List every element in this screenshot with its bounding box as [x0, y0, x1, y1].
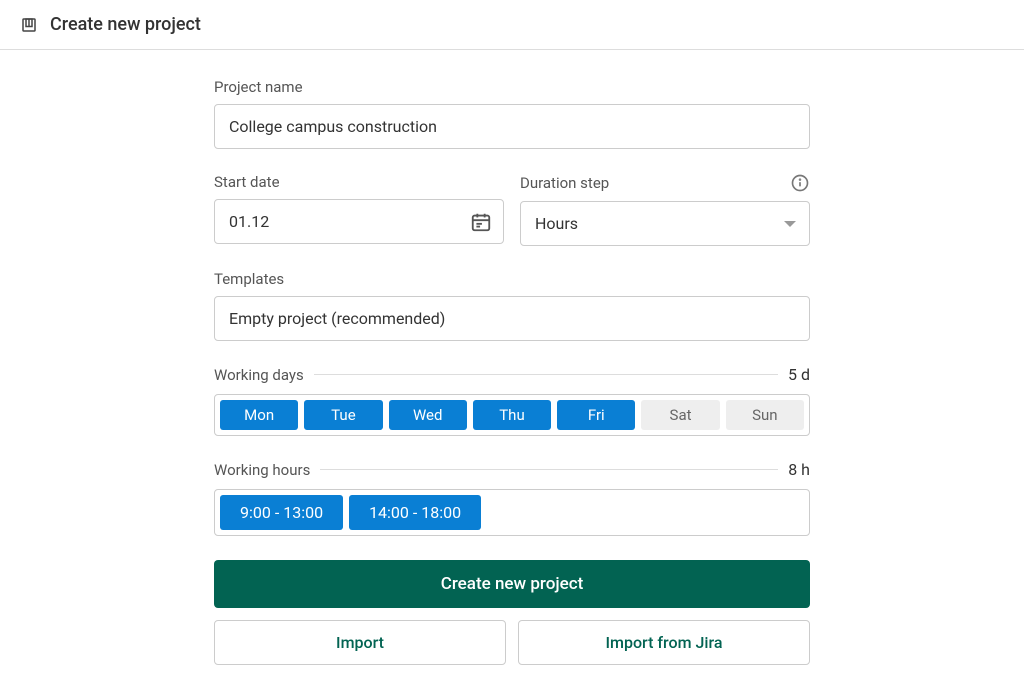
page-title: Create new project — [50, 14, 201, 35]
day-chip-fri[interactable]: Fri — [557, 400, 635, 430]
hour-range-chip[interactable]: 9:00 - 13:00 — [220, 495, 343, 530]
templates-field: Templates Empty project (recommended) — [214, 270, 810, 341]
divider — [314, 374, 778, 375]
project-icon — [20, 16, 38, 34]
start-date-input[interactable] — [214, 199, 504, 244]
templates-value: Empty project (recommended) — [214, 296, 810, 341]
import-button[interactable]: Import — [214, 620, 506, 665]
working-days-field: Working days 5 d MonTueWedThuFriSatSun — [214, 365, 810, 436]
working-days-label: Working days — [214, 366, 304, 384]
duration-step-label: Duration step — [520, 174, 609, 192]
hour-range-chip[interactable]: 14:00 - 18:00 — [349, 495, 481, 530]
working-hours-field: Working hours 8 h 9:00 - 13:0014:00 - 18… — [214, 460, 810, 536]
calendar-icon[interactable] — [470, 211, 492, 233]
day-chip-thu[interactable]: Thu — [473, 400, 551, 430]
create-project-form: Project name Start date — [214, 50, 810, 665]
divider — [320, 469, 778, 470]
day-chip-sun[interactable]: Sun — [726, 400, 804, 430]
duration-step-field: Duration step Hours — [520, 173, 810, 246]
working-hours-summary: 8 h — [788, 460, 810, 479]
project-name-label: Project name — [214, 78, 810, 96]
create-project-button[interactable]: Create new project — [214, 560, 810, 608]
project-name-input[interactable] — [214, 104, 810, 149]
import-jira-button[interactable]: Import from Jira — [518, 620, 810, 665]
day-chip-wed[interactable]: Wed — [389, 400, 467, 430]
templates-label: Templates — [214, 270, 810, 288]
page-header: Create new project — [0, 0, 1024, 50]
working-days-summary: 5 d — [788, 365, 810, 384]
templates-select[interactable]: Empty project (recommended) — [214, 296, 810, 341]
day-chip-mon[interactable]: Mon — [220, 400, 298, 430]
working-days-selector: MonTueWedThuFriSatSun — [214, 394, 810, 436]
working-hours-label: Working hours — [214, 461, 310, 479]
chevron-down-icon — [784, 221, 796, 227]
duration-step-value: Hours — [520, 201, 810, 246]
working-hours-selector: 9:00 - 13:0014:00 - 18:00 — [214, 489, 810, 536]
start-date-field: Start date — [214, 173, 504, 246]
project-name-field: Project name — [214, 78, 810, 149]
start-date-label: Start date — [214, 173, 504, 191]
duration-step-select[interactable]: Hours — [520, 201, 810, 246]
day-chip-sat[interactable]: Sat — [641, 400, 719, 430]
day-chip-tue[interactable]: Tue — [304, 400, 382, 430]
info-icon[interactable] — [790, 173, 810, 193]
